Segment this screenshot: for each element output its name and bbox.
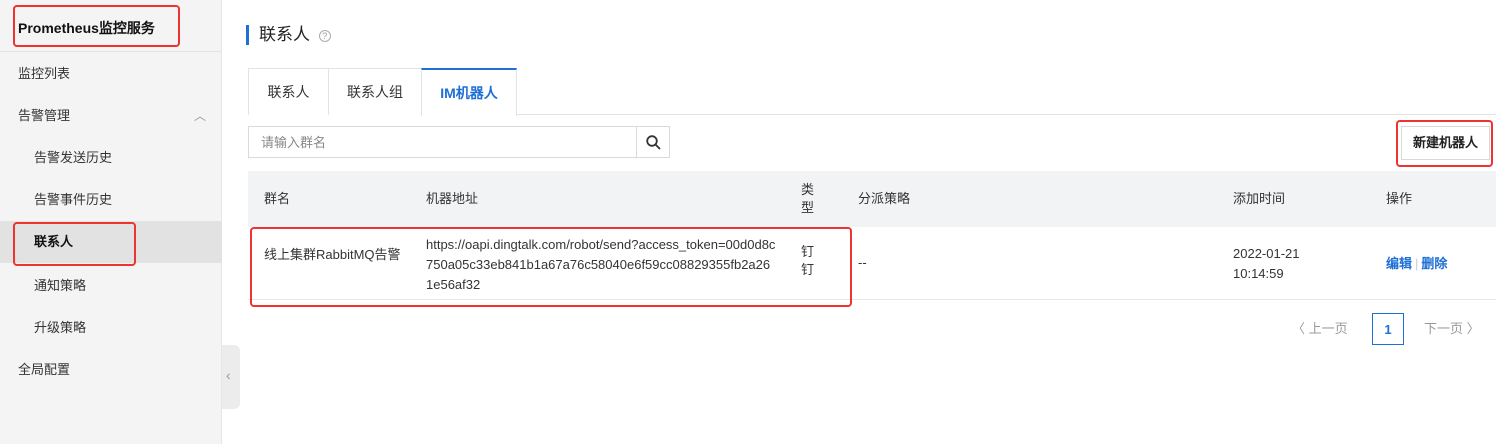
cell-add-time: 2022-01-21 10:14:59 [1233,246,1300,281]
search-input[interactable] [249,127,636,157]
column-header-url: 机器地址 [426,191,479,206]
column-header-time: 添加时间 [1233,191,1286,206]
sidebar-item-label: 升级策略 [34,320,87,335]
search-button[interactable] [636,126,670,158]
sidebar-item-monitor-list[interactable]: 监控列表 [0,53,222,95]
cell-operations: 编辑 | 删除 [1386,254,1447,274]
column-header-ops: 操作 [1386,191,1413,206]
sidebar-item-global-config[interactable]: 全局配置 [0,349,222,391]
prev-page-button[interactable]: 〈 上一页 [1292,313,1348,345]
column-header-type-line1: 类 [801,182,815,197]
annotation-box-contacts [13,222,136,266]
tab-contacts[interactable]: 联系人 [248,68,329,115]
tab-contact-groups[interactable]: 联系人组 [328,68,422,115]
help-icon[interactable]: ? [318,29,331,42]
sidebar-item-label: 全局配置 [18,362,71,377]
next-page-button[interactable]: 下一页 〉 [1424,313,1480,345]
page-number-current[interactable]: 1 [1372,313,1404,345]
column-header-policy: 分派策略 [858,191,911,206]
sidebar-item-label: 告警发送历史 [34,150,113,165]
sidebar-item-alert-send-history[interactable]: 告警发送历史 [0,137,222,179]
annotation-box-new-robot [1396,120,1493,167]
delete-link[interactable]: 删除 [1421,256,1447,271]
column-header-name: 群名 [264,191,291,206]
sidebar-collapse-toggle[interactable]: ‹ [222,345,240,409]
search-field [248,126,637,158]
tab-bar: 联系人 联系人组 IM机器人 [248,68,1496,116]
edit-link[interactable]: 编辑 [1386,256,1412,271]
sidebar-item-alert-management[interactable]: 告警管理 ︿ [0,95,222,137]
sidebar-item-label: 告警管理 [18,108,71,123]
sidebar-item-label: 通知策略 [34,278,87,293]
sidebar-item-label: 告警事件历史 [34,192,113,207]
table-header: 群名 机器地址 类 型 分派策略 添加时间 操作 [248,171,1496,227]
search-icon [646,135,661,150]
sidebar-item-label: 监控列表 [18,66,71,81]
sidebar-item-alert-event-history[interactable]: 告警事件历史 [0,179,222,221]
cell-policy: -- [858,255,867,270]
page-title-text: 联系人 [259,25,310,44]
tab-im-robots[interactable]: IM机器人 [421,68,517,116]
annotation-box-title [13,5,180,47]
chevron-left-icon: ‹ [226,367,231,383]
sidebar-item-escalation-policy[interactable]: 升级策略 [0,307,222,349]
page-title: 联系人 ? [246,25,331,45]
sidebar-item-notification-policy[interactable]: 通知策略 [0,265,222,307]
ops-separator: | [1415,256,1419,271]
chevron-up-icon: ︿ [193,109,206,123]
column-header-type-line2: 型 [801,200,815,215]
annotation-box-row [250,227,852,307]
column-header-type: 类 型 [801,181,815,217]
